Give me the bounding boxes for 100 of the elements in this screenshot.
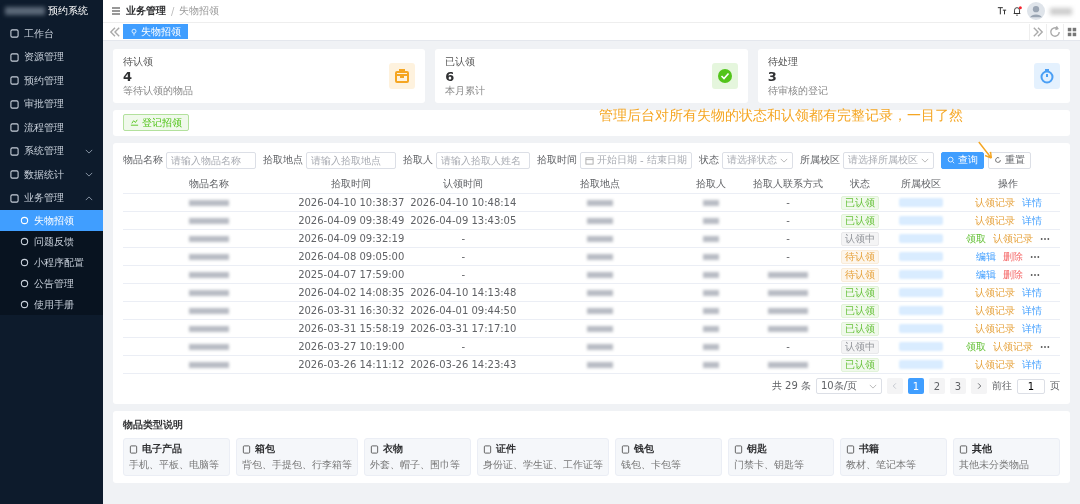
sidebar-subitem[interactable]: 公告管理 xyxy=(0,273,103,294)
type-description: 教材、笔记本等 xyxy=(846,458,918,472)
more-icon[interactable] xyxy=(1030,254,1040,259)
type-name: 衣物 xyxy=(382,442,403,456)
bell-icon[interactable] xyxy=(1012,6,1022,16)
sidebar-item[interactable]: 工作台 xyxy=(0,22,103,46)
blurred-text xyxy=(586,253,613,260)
square-icon xyxy=(10,99,19,109)
page-size-select[interactable]: 10条/页 xyxy=(816,378,882,394)
sidebar-item[interactable]: 流程管理 xyxy=(0,116,103,140)
page-button[interactable]: 3 xyxy=(950,378,966,394)
status-tag: 待认领 xyxy=(841,267,879,282)
register-button[interactable]: 登记招领 xyxy=(123,114,189,131)
table-cell-text: - xyxy=(785,215,791,226)
blurred-text xyxy=(189,361,230,368)
input-field[interactable]: 请输入拾取人姓名 xyxy=(436,151,530,169)
action-link[interactable]: 认领记录 xyxy=(993,231,1033,246)
type-name: 证件 xyxy=(495,442,516,456)
reset-button[interactable]: 重置 xyxy=(987,151,1031,169)
circle-icon xyxy=(20,279,29,288)
blurred-text xyxy=(189,343,230,350)
stat-value: 6 xyxy=(445,68,456,84)
action-link[interactable]: 认领记录 xyxy=(974,303,1015,318)
action-link[interactable]: 详情 xyxy=(1021,213,1042,228)
refresh-icon[interactable] xyxy=(1046,23,1063,40)
page-button[interactable]: 2 xyxy=(929,378,945,394)
stat-caption: 等待认领的物品 xyxy=(123,83,193,98)
chevron-down-icon xyxy=(920,157,929,163)
tab[interactable]: 失物招领 xyxy=(123,24,188,39)
action-link[interactable]: 详情 xyxy=(1021,285,1042,300)
sidebar-subitem[interactable]: 失物招领 xyxy=(0,210,103,231)
blurred-campus-tag xyxy=(899,288,943,297)
blurred-text xyxy=(703,289,719,296)
action-link[interactable]: 认领记录 xyxy=(974,213,1015,228)
action-link[interactable]: 详情 xyxy=(1021,195,1042,210)
filter-label: 拾取人 xyxy=(403,153,433,167)
action-link[interactable]: 领取 xyxy=(966,339,986,354)
action-link[interactable]: 删除 xyxy=(1003,249,1023,264)
select-field[interactable]: 请选择状态 xyxy=(721,151,793,169)
breadcrumb-item[interactable]: 失物招领 xyxy=(179,4,220,18)
sidebar-item[interactable]: 系统管理 xyxy=(0,139,103,163)
more-icon[interactable] xyxy=(1030,272,1040,277)
table-cell-text: 2026-04-10 10:38:37 xyxy=(297,197,406,208)
column-header: 物品名称 xyxy=(188,177,231,191)
blurred-text xyxy=(768,289,808,296)
square-icon xyxy=(10,29,19,39)
action-link[interactable]: 认领记录 xyxy=(993,339,1033,354)
page-input[interactable]: 1 xyxy=(1017,378,1045,394)
action-link[interactable]: 编辑 xyxy=(976,267,996,282)
double-chevron-right-icon[interactable] xyxy=(1029,23,1046,40)
type-name: 书籍 xyxy=(859,442,880,456)
stat-value: 4 xyxy=(123,68,134,84)
more-icon[interactable] xyxy=(1040,236,1050,241)
breadcrumb-separator: / xyxy=(171,5,175,17)
stat-caption: 本月累计 xyxy=(445,83,486,98)
square-icon xyxy=(620,444,630,454)
sidebar-item[interactable]: 数据统计 xyxy=(0,163,103,187)
action-link[interactable]: 认领记录 xyxy=(974,357,1015,372)
more-icon[interactable] xyxy=(1040,344,1050,349)
blurred-text xyxy=(703,307,719,314)
sidebar-subitem[interactable]: 小程序配置 xyxy=(0,252,103,273)
input-field[interactable]: 请输入物品名称 xyxy=(166,151,256,169)
action-link[interactable]: 详情 xyxy=(1021,357,1042,372)
sidebar-subitem[interactable]: 使用手册 xyxy=(0,294,103,315)
action-link[interactable]: 认领记录 xyxy=(974,195,1015,210)
page-button[interactable]: 1 xyxy=(908,378,924,394)
square-icon xyxy=(10,193,19,203)
select-field[interactable]: 请选择所属校区 xyxy=(842,151,934,169)
type-description: 外套、帽子、围巾等 xyxy=(369,458,461,472)
action-link[interactable]: 认领记录 xyxy=(974,321,1015,336)
total-count: 共 29 条 xyxy=(771,379,811,393)
breadcrumb-item[interactable]: 业务管理 xyxy=(126,4,166,18)
sidebar-item[interactable]: 审批管理 xyxy=(0,92,103,116)
blurred-username xyxy=(1050,7,1072,15)
type-description: 钱包、卡包等 xyxy=(620,458,682,472)
date-range-field[interactable]: 开始日期 - 结束日期 xyxy=(580,151,692,169)
action-link[interactable]: 详情 xyxy=(1021,321,1042,336)
circle-icon xyxy=(20,237,29,246)
table-cell-text: 2026-04-09 13:43:05 xyxy=(409,215,518,226)
sidebar-item[interactable]: 资源管理 xyxy=(0,45,103,69)
action-link[interactable]: 领取 xyxy=(966,231,986,246)
action-link[interactable]: 认领记录 xyxy=(974,285,1015,300)
avatar[interactable] xyxy=(1027,2,1045,20)
action-link[interactable]: 编辑 xyxy=(976,249,996,264)
sidebar-item[interactable]: 预约管理 xyxy=(0,69,103,93)
blurred-text xyxy=(703,325,719,332)
action-link[interactable]: 删除 xyxy=(1003,267,1023,282)
section-title: 物品类型说明 xyxy=(123,418,184,432)
arrow-annotation xyxy=(977,140,995,162)
sidebar-subitem[interactable]: 问题反馈 xyxy=(0,231,103,252)
sidebar-item[interactable]: 业务管理 xyxy=(0,186,103,210)
blurred-text xyxy=(586,289,613,296)
font-size-icon[interactable] xyxy=(997,6,1007,16)
circle-icon xyxy=(20,300,29,309)
action-link[interactable]: 详情 xyxy=(1021,303,1042,318)
menu-icon[interactable] xyxy=(111,6,121,16)
table-cell-text: 2026-03-27 10:19:00 xyxy=(297,341,406,352)
table-cell-text: 2026-03-31 15:58:19 xyxy=(297,323,406,334)
input-field[interactable]: 请输入拾取地点 xyxy=(306,151,396,169)
search-button[interactable]: 查询 xyxy=(940,151,984,169)
